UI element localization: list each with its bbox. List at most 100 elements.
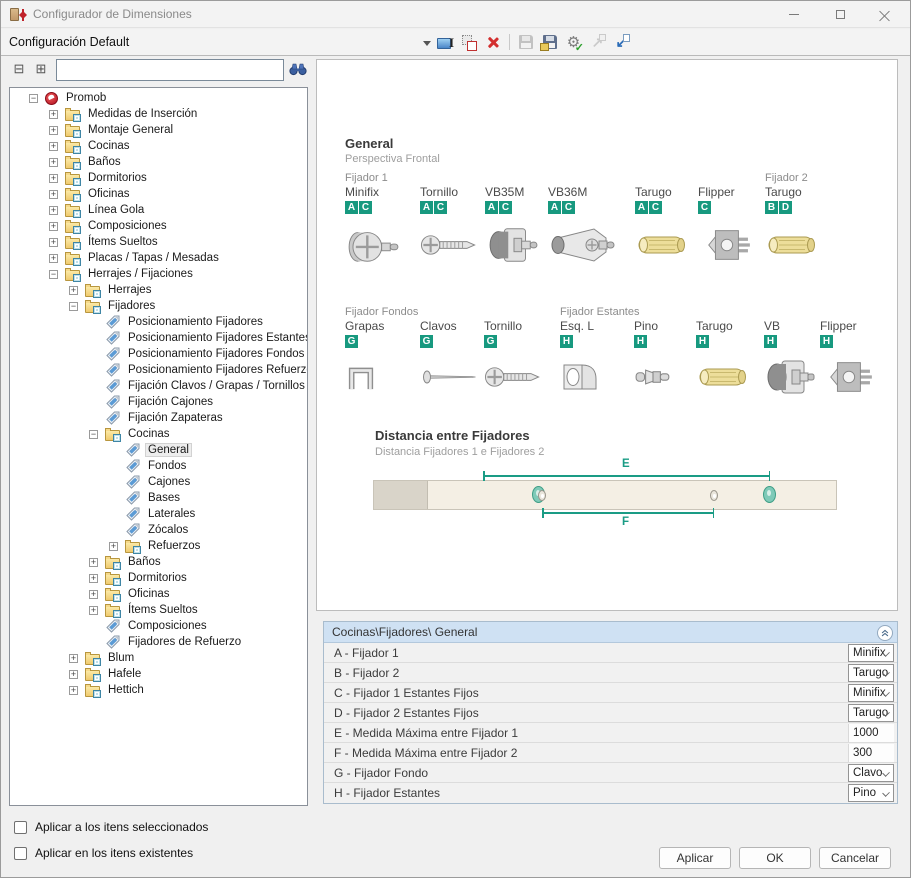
property-dropdown[interactable]: Minifix: [848, 684, 894, 702]
property-label: B - Fijador 2: [324, 666, 848, 680]
expand-plus-icon[interactable]: +: [89, 558, 98, 567]
tree-item-placas-tapas-mesadas[interactable]: +Placas / Tapas / Mesadas: [10, 250, 307, 266]
tree-item-general[interactable]: General: [10, 442, 307, 458]
tree-item-fijaci-n-clavos-grapas-tornillos[interactable]: Fijación Clavos / Grapas / Tornillos: [10, 378, 307, 394]
apply-selected-items-option[interactable]: Aplicar a los itens seleccionados: [14, 820, 208, 834]
collapse-all-icon[interactable]: ⊟: [11, 60, 27, 78]
chevron-down-icon[interactable]: [423, 41, 431, 50]
tree-item-tems-sueltos[interactable]: +Ítems Sueltos: [10, 234, 307, 250]
tree-item-dormitorios[interactable]: + Dormitorios: [10, 570, 307, 586]
expand-plus-icon[interactable]: +: [109, 542, 118, 551]
expand-all-icon[interactable]: ⊞: [33, 60, 49, 78]
section-title-distance: Distancia entre Fijadores: [375, 428, 530, 443]
tree-item-l-nea-gola[interactable]: +Línea Gola: [10, 202, 307, 218]
expand-plus-icon[interactable]: +: [69, 286, 78, 295]
collapse-minus-icon[interactable]: −: [49, 270, 58, 279]
expand-plus-icon[interactable]: +: [49, 238, 58, 247]
expand-plus-icon[interactable]: +: [89, 590, 98, 599]
property-value-input[interactable]: 300: [848, 744, 894, 762]
tree-item-ba-os[interactable]: +Baños: [10, 554, 307, 570]
tree-item-posicionamiento-fijadores-refuerzos[interactable]: Posicionamiento Fijadores Refuerzos: [10, 362, 307, 378]
tree-item-tems-sueltos[interactable]: +Ítems Sueltos: [10, 602, 307, 618]
expand-plus-icon[interactable]: +: [49, 222, 58, 231]
expand-plus-icon[interactable]: +: [89, 574, 98, 583]
tree-item-fijaci-n-cajones[interactable]: Fijación Cajones: [10, 394, 307, 410]
expand-plus-icon[interactable]: +: [49, 126, 58, 135]
ok-button[interactable]: OK: [739, 847, 811, 869]
delete-config-icon[interactable]: [485, 34, 502, 51]
cancel-button[interactable]: Cancelar: [819, 847, 891, 869]
checkbox-unchecked-icon[interactable]: [14, 821, 27, 834]
minimize-button[interactable]: [772, 1, 816, 27]
tree-item-blum[interactable]: +Blum: [10, 650, 307, 666]
tree-item-laterales[interactable]: Laterales: [10, 506, 307, 522]
property-value-input[interactable]: 1000: [848, 724, 894, 742]
expand-plus-icon[interactable]: +: [69, 670, 78, 679]
tree-item-hettich[interactable]: +Hettich: [10, 682, 307, 698]
folder-icon: [65, 206, 80, 217]
screw-illustration-icon: [484, 355, 564, 399]
tree-item-composiciones[interactable]: +Composiciones: [10, 218, 307, 234]
tree-item-composiciones[interactable]: Composiciones: [10, 618, 307, 634]
tree-item-posicionamiento-fijadores[interactable]: Posicionamiento Fijadores: [10, 314, 307, 330]
save-as-icon[interactable]: [541, 34, 558, 51]
copy-config-icon[interactable]: [461, 34, 478, 51]
expand-plus-icon[interactable]: +: [49, 158, 58, 167]
expand-plus-icon[interactable]: +: [49, 174, 58, 183]
expand-plus-icon[interactable]: +: [89, 606, 98, 615]
tree-item-herrajes[interactable]: +Herrajes: [10, 282, 307, 298]
tree-item-label: Dormitorios: [125, 571, 190, 585]
expand-plus-icon[interactable]: +: [69, 654, 78, 663]
property-group-header[interactable]: Cocinas\Fijadores\ General: [324, 622, 897, 643]
search-binoculars-icon[interactable]: [289, 62, 307, 81]
tree-item-cajones[interactable]: Cajones: [10, 474, 307, 490]
expand-plus-icon[interactable]: +: [69, 686, 78, 695]
tree-item-fondos[interactable]: Fondos: [10, 458, 307, 474]
property-dropdown[interactable]: Clavo: [848, 764, 894, 782]
tree-item-posicionamiento-fijadores-estantes[interactable]: Posicionamiento Fijadores Estantes: [10, 330, 307, 346]
apply-button[interactable]: Aplicar: [659, 847, 731, 869]
tree-item-fijadores[interactable]: −Fijadores: [10, 298, 307, 314]
expand-plus-icon[interactable]: +: [49, 110, 58, 119]
property-dropdown[interactable]: Pino: [848, 784, 894, 802]
apply-config-icon[interactable]: [565, 34, 582, 51]
expand-plus-icon[interactable]: +: [49, 142, 58, 151]
tree-item-medidas-de-inserci-n[interactable]: +Medidas de Inserción: [10, 106, 307, 122]
tree-item-refuerzos[interactable]: +Refuerzos: [10, 538, 307, 554]
tree-item-dormitorios[interactable]: +Dormitorios: [10, 170, 307, 186]
property-row-f: F - Medida Máxima entre Fijador 2300: [324, 743, 897, 763]
tree-item-montaje-general[interactable]: +Montaje General: [10, 122, 307, 138]
expand-plus-icon[interactable]: +: [49, 206, 58, 215]
property-dropdown[interactable]: Minifix: [848, 644, 894, 662]
import-icon[interactable]: [613, 34, 630, 51]
expand-plus-icon[interactable]: +: [49, 254, 58, 263]
checkbox-unchecked-icon[interactable]: [14, 847, 27, 860]
expand-plus-icon[interactable]: +: [49, 190, 58, 199]
tree-item-z-calos[interactable]: Zócalos: [10, 522, 307, 538]
tree-item-oficinas[interactable]: +Oficinas: [10, 586, 307, 602]
tree-item-ba-os[interactable]: +Baños: [10, 154, 307, 170]
tree-item-cocinas[interactable]: −Cocinas: [10, 426, 307, 442]
tree-item-promob[interactable]: −Promob: [10, 90, 307, 106]
close-button[interactable]: [862, 1, 906, 27]
config-name-combobox[interactable]: Configuración Default: [9, 35, 129, 49]
apply-existing-items-option[interactable]: Aplicar en los itens existentes: [14, 846, 193, 860]
tree-item-herrajes-fijaciones[interactable]: −Herrajes / Fijaciones: [10, 266, 307, 282]
tree-item-fijaci-n-zapateras[interactable]: Fijación Zapateras: [10, 410, 307, 426]
tree-item-hafele[interactable]: +Hafele: [10, 666, 307, 682]
folder-icon: [65, 190, 80, 201]
property-dropdown[interactable]: Tarugo: [848, 704, 894, 722]
tree-item-bases[interactable]: Bases: [10, 490, 307, 506]
tree-item-fijadores-de-refuerzo[interactable]: Fijadores de Refuerzo: [10, 634, 307, 650]
tree-item-oficinas[interactable]: +Oficinas: [10, 186, 307, 202]
tree-item-posicionamiento-fijadores-fondos[interactable]: Posicionamiento Fijadores Fondos: [10, 346, 307, 362]
tree-item-cocinas[interactable]: +Cocinas: [10, 138, 307, 154]
collapse-minus-icon[interactable]: −: [69, 302, 78, 311]
rename-config-icon[interactable]: [437, 34, 454, 51]
collapse-minus-icon[interactable]: −: [29, 94, 38, 103]
property-dropdown[interactable]: Tarugo: [848, 664, 894, 682]
search-input[interactable]: [56, 59, 284, 81]
collapse-minus-icon[interactable]: −: [89, 430, 98, 439]
collapse-group-button[interactable]: [877, 625, 893, 641]
maximize-button[interactable]: [818, 1, 862, 27]
